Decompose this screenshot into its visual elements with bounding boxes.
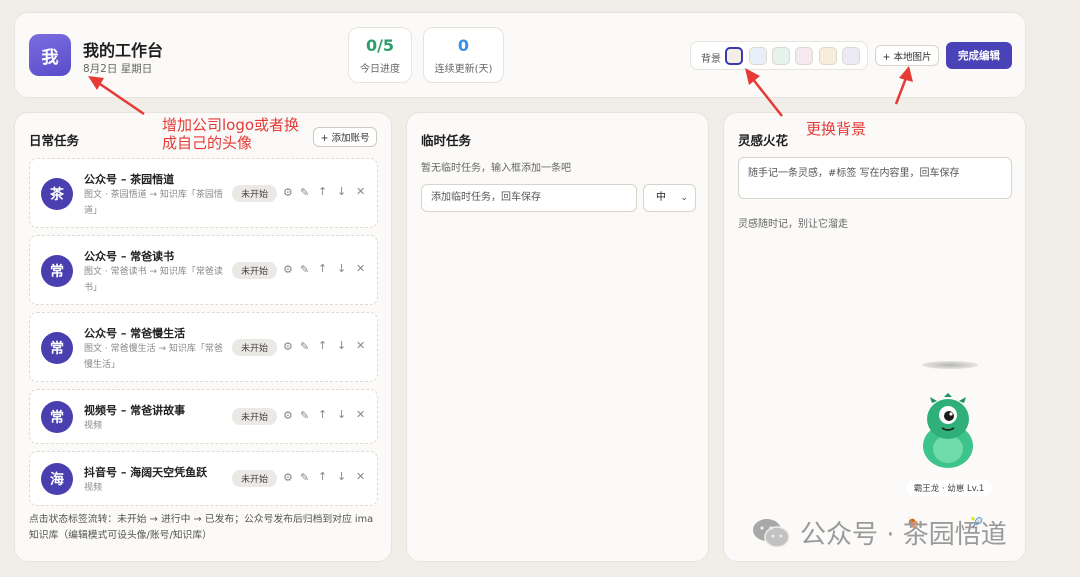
wechat-icon	[753, 518, 790, 548]
watermark-text: 公众号 · 茶园悟道	[800, 520, 1007, 550]
annotation-arrows	[88, 66, 913, 117]
watermark: 公众号 · 茶园悟道	[752, 514, 1007, 551]
